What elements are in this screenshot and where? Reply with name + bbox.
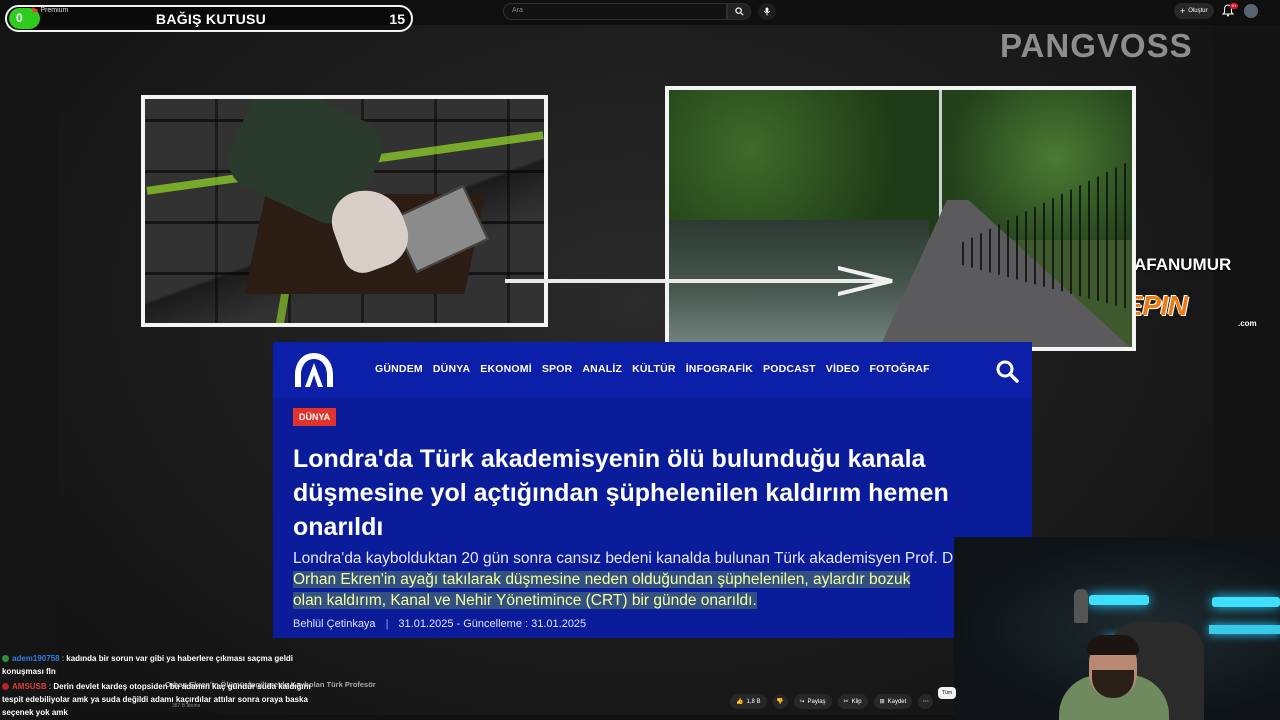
news-nav: GÜNDEM DÜNYA EKONOMİ SPOR ANALİZ KÜLTÜR … [375, 363, 930, 375]
share-label: Paylaş [807, 698, 826, 705]
microphone-icon [763, 7, 771, 16]
article-author[interactable]: Behlül Çetinkaya [293, 618, 376, 630]
chat-username[interactable]: AMSUSB [12, 682, 47, 691]
chat-username[interactable]: adem190758 [12, 654, 60, 663]
clip-label: Klip [851, 698, 862, 705]
plus-icon: + [1180, 5, 1186, 16]
account-avatar[interactable] [1244, 4, 1258, 18]
filter-chip-all[interactable]: Tüm [938, 687, 956, 699]
more-actions-button[interactable]: ⋯ [918, 694, 934, 709]
news-search-icon[interactable] [995, 359, 1019, 383]
share-button[interactable]: ↪ Paylaş [793, 694, 832, 709]
youtube-premium-logo[interactable]: ▶ Premium [33, 6, 68, 14]
live-chat-overlay: adem190758 : kadında bir sorun var gibi … [0, 652, 320, 719]
thumbs-up-icon: 👍 [736, 699, 744, 705]
channel-watermark: PANGVOSS [1000, 27, 1193, 64]
livestream-screen: Ara + Oluştur 9+ 0 BAĞIŞ KUTUSU 15 ▶ Pre… [0, 0, 1280, 720]
save-button[interactable]: ⊞ Kaydet [873, 694, 913, 709]
share-icon: ↪ [799, 699, 805, 705]
like-button[interactable]: 👍 1,8 B [730, 694, 767, 709]
news-site-header: GÜNDEM DÜNYA EKONOMİ SPOR ANALİZ KÜLTÜR … [273, 342, 1032, 398]
scissors-icon: ✂ [843, 699, 849, 705]
save-label: Kaydet [887, 698, 907, 705]
chat-message: adem190758 : kadında bir sorun var gibi … [2, 654, 294, 676]
youtube-play-mini-icon: ▶ [33, 7, 39, 14]
nav-fotograf[interactable]: FOTOĞRAF [869, 363, 929, 375]
article-date: 31.01.2025 - Güncelleme : 31.01.2025 [398, 618, 587, 630]
donation-total: 15 [389, 11, 405, 27]
led-shelf [1209, 625, 1280, 634]
like-count: 1,8 B [746, 698, 761, 705]
trees-left [669, 90, 939, 240]
nav-spor[interactable]: SPOR [542, 363, 573, 375]
streamer-webcam [954, 537, 1280, 720]
chat-user-icon [2, 683, 9, 690]
lede-highlight: olan kaldırım, Kanal ve Nehir Yönetiminc… [293, 592, 757, 609]
canal-photo [665, 86, 1136, 351]
create-button[interactable]: + Oluştur [1174, 3, 1214, 19]
search-input[interactable]: Ara [503, 3, 727, 20]
sponsor-domain: .com [1238, 319, 1257, 328]
bottle [1074, 589, 1088, 623]
nav-gundem[interactable]: GÜNDEM [375, 363, 423, 375]
more-icon: ⋯ [922, 699, 929, 705]
nav-video[interactable]: VİDEO [826, 363, 860, 375]
nav-ekonomi[interactable]: EKONOMİ [480, 363, 532, 375]
thumbs-down-icon: 👎 [776, 699, 784, 705]
led-shelf [1212, 597, 1280, 607]
nav-kultur[interactable]: KÜLTÜR [632, 363, 676, 375]
voice-search-button[interactable] [758, 3, 776, 20]
notification-badge: 9+ [1230, 3, 1238, 9]
create-label: Oluştur [1188, 8, 1208, 14]
article-headline: Londra'da Türk akademisyenin ölü bulundu… [293, 445, 949, 541]
search-icon [734, 7, 744, 16]
clip-button[interactable]: ✂ Klip [837, 694, 868, 709]
nav-infografik[interactable]: İNFOGRAFİK [686, 363, 753, 375]
aa-logo-icon[interactable] [293, 351, 335, 389]
streamer-hair [1087, 635, 1139, 655]
chat-message: AMSUSB : Derin devlet kardeş otopsiden b… [2, 682, 311, 717]
pavement-photo [141, 95, 548, 327]
lede-highlight: Orhan Ekren'in ayağı takılarak düşmesine… [293, 571, 911, 588]
left-margin [0, 0, 58, 720]
chat-user-icon [2, 655, 9, 662]
news-article-card: GÜNDEM DÜNYA EKONOMİ SPOR ANALİZ KÜLTÜR … [273, 342, 1032, 638]
connector-arrow-line [505, 279, 885, 283]
article-lede: Londra'da kaybolduktan 20 gün sonra cans… [293, 548, 973, 611]
category-tag[interactable]: DÜNYA [293, 408, 337, 426]
video-actions: 👍 1,8 B 👎 ↪ Paylaş ✂ Klip ⊞ Kaydet ⋯ [730, 694, 934, 709]
led-shelf [1089, 595, 1149, 605]
arrow-head-icon [838, 266, 893, 296]
nav-podcast[interactable]: PODCAST [763, 363, 816, 375]
chat-text: Derin devlet kardeş otopsiden bu adamın … [2, 682, 311, 717]
youtube-handle: AFANUMUR [1134, 255, 1232, 274]
save-icon: ⊞ [879, 699, 885, 705]
dislike-button[interactable]: 👎 [772, 694, 788, 709]
search-button[interactable] [727, 3, 751, 20]
search-placeholder: Ara [512, 7, 523, 14]
article-meta: Behlül Çetinkaya | 31.01.2025 - Güncelleme… [293, 618, 586, 630]
nav-analiz[interactable]: ANALİZ [582, 363, 622, 375]
meta-separator: | [385, 618, 389, 630]
premium-label: Premium [40, 7, 69, 14]
lede-text: Londra'da kaybolduktan 20 gün sonra cans… [293, 550, 962, 567]
nav-dunya[interactable]: DÜNYA [433, 363, 470, 375]
